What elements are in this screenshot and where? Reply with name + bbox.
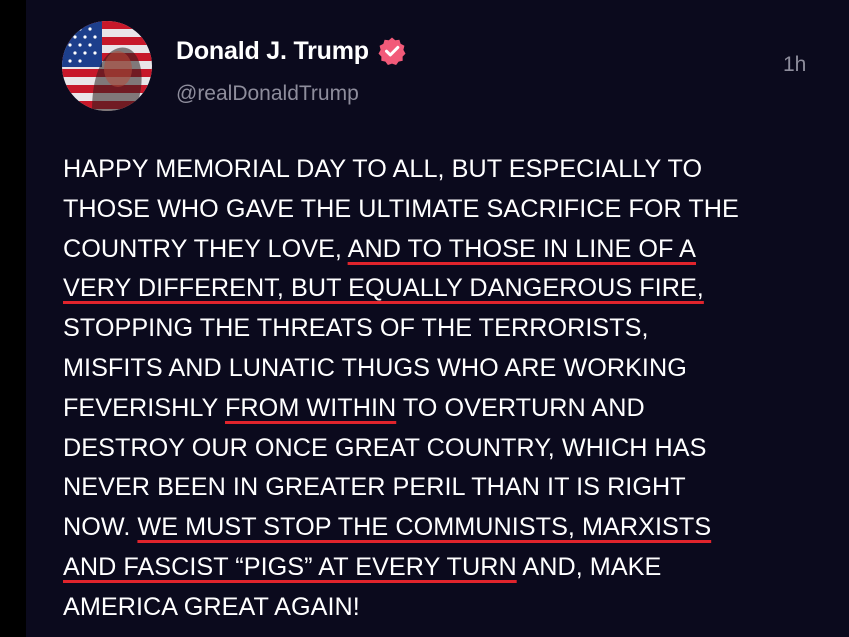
underlined-text: FROM WITHIN [225,393,397,422]
post-text: THOSE WHO GAVE THE ULTIMATE SACRIFICE FO… [63,194,739,223]
post-text-line: THOSE WHO GAVE THE ULTIMATE SACRIFICE FO… [63,190,823,230]
post-text: NEVER BEEN IN GREATER PERIL THAN IT IS R… [63,473,686,502]
post-text-line: FEVERISHLY FROM WITHIN TO OVERTURN AND [63,389,823,429]
post-text: AMERICA GREAT AGAIN! [63,592,360,621]
post-text-line: VERY DIFFERENT, BUT EQUALLY DANGEROUS FI… [63,269,823,309]
post-body: HAPPY MEMORIAL DAY TO ALL, BUT ESPECIALL… [63,150,823,628]
author-name-row[interactable]: Donald J. Trump [176,36,407,66]
post-text: FEVERISHLY [63,393,225,422]
post-text-line: STOPPING THE THREATS OF THE TERRORISTS, [63,309,823,349]
underlined-text: WE MUST STOP THE COMMUNISTS, MARXISTS [137,513,712,542]
verified-badge-icon [377,36,407,66]
profile-avatar-flag-icon [62,21,152,111]
post-text: NOW. [63,513,138,542]
post-text: TO OVERTURN AND [396,393,645,422]
author-display-name[interactable]: Donald J. Trump [176,37,369,66]
post-timestamp[interactable]: 1h [783,53,806,77]
post-text: AND, MAKE [516,552,662,581]
post-text: HAPPY MEMORIAL DAY TO ALL, BUT ESPECIALL… [63,155,703,183]
post-text-line: MISFITS AND LUNATIC THUGS WHO ARE WORKIN… [63,349,823,389]
post-text-line: AND FASCIST “PIGS” AT EVERY TURN AND, MA… [63,548,823,588]
post-text-line: HAPPY MEMORIAL DAY TO ALL, BUT ESPECIALL… [63,150,823,190]
post-text-line: DESTROY OUR ONCE GREAT COUNTRY, WHICH HA… [63,429,823,469]
underlined-text: AND TO THOSE IN LINE OF A [347,234,697,263]
post-text: STOPPING THE THREATS OF THE TERRORISTS, [63,314,649,343]
post-text-line: AMERICA GREAT AGAIN! [63,588,823,628]
underlined-text: AND FASCIST “PIGS” AT EVERY TURN [63,552,517,581]
author-handle[interactable]: @realDonaldTrump [176,82,359,106]
post-text: DESTROY OUR ONCE GREAT COUNTRY, WHICH HA… [63,433,707,462]
underlined-text: VERY DIFFERENT, BUT EQUALLY DANGEROUS FI… [63,274,704,303]
post-text-line: NOW. WE MUST STOP THE COMMUNISTS, MARXIS… [63,508,823,548]
post-text-line: COUNTRY THEY LOVE, AND TO THOSE IN LINE … [63,230,823,270]
post-text: MISFITS AND LUNATIC THUGS WHO ARE WORKIN… [63,353,687,382]
post-text: COUNTRY THEY LOVE, [63,234,348,263]
profile-avatar[interactable] [62,21,152,111]
post-text-line: NEVER BEEN IN GREATER PERIL THAN IT IS R… [63,468,823,508]
